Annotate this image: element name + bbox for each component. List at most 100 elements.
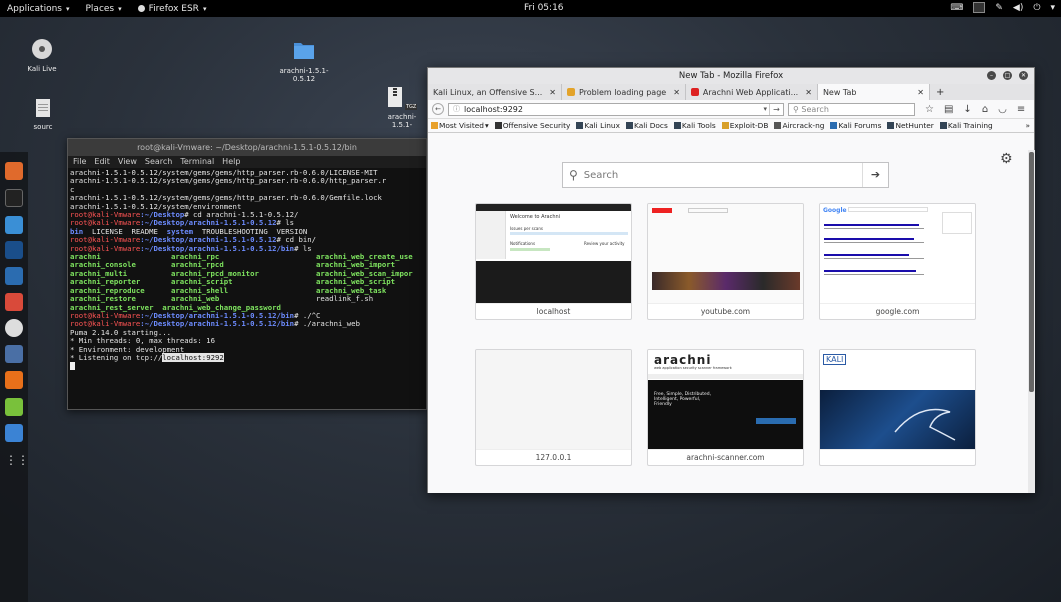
bookmark-kali-docs[interactable]: Kali Docs xyxy=(626,121,668,130)
url-bar[interactable]: ⓘ localhost:9292 ▾ → xyxy=(448,102,784,116)
power-icon[interactable]: ⏻ xyxy=(1033,3,1040,13)
workspace-switcher-icon[interactable] xyxy=(973,2,986,13)
bookmark-kali-forums[interactable]: Kali Forums xyxy=(830,121,881,130)
download-icon[interactable]: ↓ xyxy=(963,104,971,115)
page-search-input[interactable]: ⚲ Search ➔ xyxy=(562,162,889,188)
bookmark-kali-tools[interactable]: Kali Tools xyxy=(673,121,716,130)
document-icon xyxy=(36,99,50,117)
bookmark-exploit-db[interactable]: Exploit-DB xyxy=(721,121,768,130)
faraday-icon[interactable] xyxy=(5,371,23,389)
top-site-tile-localhost[interactable]: Welcome to Arachni Issues per scans Noti… xyxy=(475,203,632,320)
leafpad-icon[interactable] xyxy=(5,398,23,416)
menu-search[interactable]: Search xyxy=(145,156,172,168)
reading-list-icon[interactable]: ▤ xyxy=(944,104,953,115)
close-tab-icon[interactable]: ✕ xyxy=(549,88,556,97)
firefox-icon[interactable] xyxy=(5,162,23,180)
info-icon[interactable]: ⓘ xyxy=(453,104,460,115)
keyboard-icon[interactable]: ⌨ xyxy=(950,3,963,13)
applications-menu[interactable]: Applications ▾ xyxy=(0,4,79,14)
scrollbar[interactable] xyxy=(1028,150,1035,493)
network-icon[interactable]: ✎ xyxy=(995,3,1003,13)
close-tab-icon[interactable]: ✕ xyxy=(805,88,812,97)
desktop-icon-arachni-folder[interactable]: arachni-1.5.1-0.5.12 xyxy=(276,38,332,83)
scrollbar-thumb[interactable] xyxy=(1029,152,1034,392)
tile-label: 127.0.0.1 xyxy=(476,449,631,465)
desktop-icon-kali-live[interactable]: Kali Live xyxy=(22,38,62,73)
back-button[interactable]: ← xyxy=(432,103,444,115)
maximize-button[interactable]: □ xyxy=(1003,71,1012,80)
tile-label: google.com xyxy=(820,303,975,319)
search-placeholder: Search xyxy=(801,104,829,114)
top-panel: Applications ▾ Places ▾ Firefox ESR ▾ Fr… xyxy=(0,0,1061,17)
desktop-icon-arachni-tgz[interactable]: TGZ arachni-1.5.1- xyxy=(385,86,419,129)
terminal-window[interactable]: root@kali-Vmware: ~/Desktop/arachni-1.5.… xyxy=(67,138,427,410)
menu-help[interactable]: Help xyxy=(222,156,240,168)
bookmarks-overflow-button[interactable]: » xyxy=(1025,121,1030,130)
top-site-tile-arachni-scanner[interactable]: arachni web application security scanner… xyxy=(647,349,804,466)
firefox-app-menu[interactable]: Firefox ESR ▾ xyxy=(131,4,216,14)
applications-label: Applications xyxy=(7,3,62,14)
text-cursor xyxy=(70,362,75,371)
bookmark-star-icon[interactable]: ☆ xyxy=(925,104,934,115)
desktop-icon-label: arachni-1.5.1-0.5.12 xyxy=(279,67,329,83)
beef-icon[interactable] xyxy=(5,345,23,363)
close-tab-icon[interactable]: ✕ xyxy=(917,88,924,97)
page-search-placeholder: Search xyxy=(583,169,619,181)
tile-thumbnail xyxy=(648,204,803,303)
bookmark-kali-linux[interactable]: Kali Linux xyxy=(576,121,620,130)
files-icon[interactable] xyxy=(5,216,23,234)
terminal-title: root@kali-Vmware: ~/Desktop/arachni-1.5.… xyxy=(68,139,426,156)
terminal-output[interactable]: arachni-1.5.1-0.5.12/system/gems/gems/ht… xyxy=(68,168,426,408)
top-site-tile-kali[interactable]: KALI xyxy=(819,349,976,466)
kali-dragon-icon xyxy=(894,408,956,441)
hamburger-menu-icon[interactable]: ≡ xyxy=(1017,104,1025,115)
bookmark-most-visited[interactable]: Most Visited ▾ xyxy=(431,121,489,130)
menu-terminal[interactable]: Terminal xyxy=(180,156,214,168)
gear-icon[interactable]: ⚙ xyxy=(1000,151,1013,167)
tab-problem-loading[interactable]: Problem loading page ✕ xyxy=(562,84,686,100)
burpsuite-icon[interactable] xyxy=(5,293,23,311)
places-menu[interactable]: Places ▾ xyxy=(79,4,131,14)
search-bar[interactable]: ⚲ Search xyxy=(788,102,915,116)
notes-icon[interactable] xyxy=(5,424,23,442)
terminal-line: arachni-1.5.1-0.5.12/system/gems/gems/ht… xyxy=(70,176,387,186)
home-icon[interactable]: ⌂ xyxy=(982,104,988,115)
metasploit-icon[interactable] xyxy=(5,241,23,259)
desktop-icon-label: sourc xyxy=(33,123,53,131)
tile-label xyxy=(820,449,975,465)
pocket-icon[interactable]: ◡ xyxy=(998,104,1007,115)
firefox-window[interactable]: New Tab - Mozilla Firefox – □ ✕ Kali Lin… xyxy=(427,67,1035,493)
menu-view[interactable]: View xyxy=(118,156,137,168)
top-site-tile-127-0-0-1[interactable]: 127.0.0.1 xyxy=(475,349,632,466)
menu-edit[interactable]: Edit xyxy=(94,156,110,168)
app-grid-icon[interactable]: ⋮⋮ xyxy=(5,451,29,469)
top-site-tile-google[interactable]: Google google.com xyxy=(819,203,976,320)
bookmark-kali-training[interactable]: Kali Training xyxy=(939,121,993,130)
maltego-icon[interactable] xyxy=(5,319,23,337)
selected-text[interactable]: localhost:9292 xyxy=(162,352,224,362)
search-icon: ⚲ xyxy=(569,168,578,182)
menu-file[interactable]: File xyxy=(73,156,86,168)
new-tab-button[interactable]: + xyxy=(936,87,944,98)
system-tray: ⌨ ✎ ◀) ⏻ ▾ xyxy=(950,2,1055,13)
tab-arachni[interactable]: Arachni Web Applicati... ✕ xyxy=(686,84,818,100)
close-button[interactable]: ✕ xyxy=(1019,71,1028,80)
close-tab-icon[interactable]: ✕ xyxy=(673,88,680,97)
bookmark-offensive-security[interactable]: Offensive Security xyxy=(494,121,570,130)
volume-icon[interactable]: ◀) xyxy=(1013,3,1023,13)
desktop-icon-source[interactable]: sourc xyxy=(26,98,60,131)
chevron-down-icon[interactable]: ▾ xyxy=(763,104,767,115)
tab-new-tab[interactable]: New Tab ✕ xyxy=(817,84,930,100)
go-button[interactable]: → xyxy=(769,103,783,115)
chevron-down-icon: ▾ xyxy=(118,4,122,13)
chevron-down-icon[interactable]: ▾ xyxy=(1050,3,1055,13)
clock[interactable]: Fri 05:16 xyxy=(524,3,564,13)
terminal-icon[interactable] xyxy=(5,189,23,207)
minimize-button[interactable]: – xyxy=(987,71,996,80)
armitage-icon[interactable] xyxy=(5,267,23,285)
tab-kali-linux[interactable]: Kali Linux, an Offensive S... ✕ xyxy=(428,84,562,100)
bookmark-nethunter[interactable]: NetHunter xyxy=(887,121,934,130)
top-site-tile-youtube[interactable]: youtube.com xyxy=(647,203,804,320)
search-submit-button[interactable]: ➔ xyxy=(862,163,888,187)
bookmark-aircrack-ng[interactable]: Aircrack-ng xyxy=(774,121,824,130)
